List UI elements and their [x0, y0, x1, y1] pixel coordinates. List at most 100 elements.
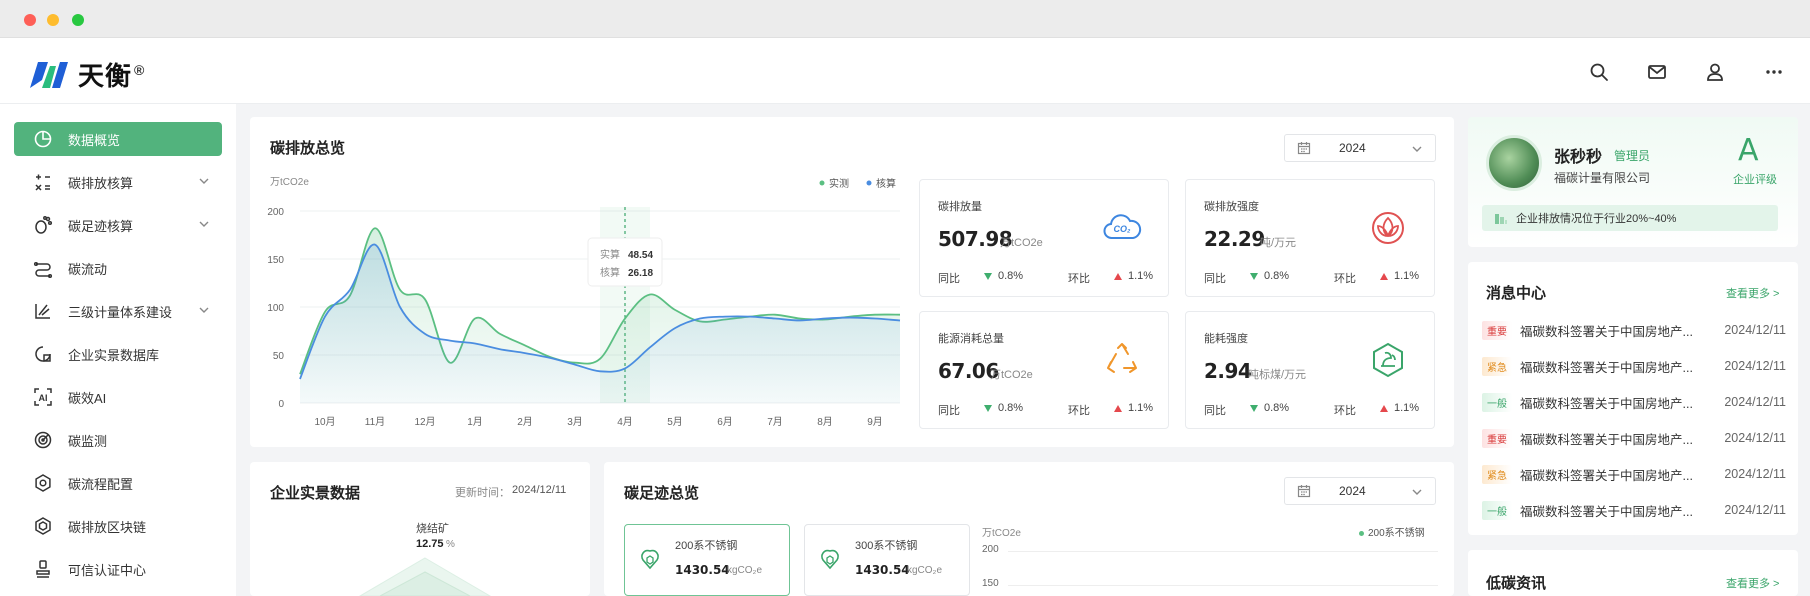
- minimize-window-button[interactable]: [47, 14, 59, 26]
- mail-icon[interactable]: [1645, 60, 1669, 84]
- footprint-title: 碳足迹总览: [624, 485, 700, 502]
- settings-icon: [32, 472, 54, 494]
- metric-mom-label: 环比: [1334, 273, 1356, 285]
- metric-card-intensity[interactable]: 碳排放强度 22.29 吨/万元 同比 0.8% 环比 1.1%: [1185, 179, 1435, 297]
- sidebar-item-blockchain[interactable]: 碳排放区块链: [14, 509, 222, 543]
- sidebar-item-enterprise-database[interactable]: 企业实景数据库: [14, 337, 222, 371]
- sidebar-item-emission-accounting[interactable]: 碳排放核算: [14, 165, 222, 199]
- enterprise-title: 企业实景数据: [270, 485, 361, 502]
- footprint-card-value: 1430.54: [855, 563, 910, 577]
- news-view-more-link[interactable]: 查看更多 >: [1726, 575, 1779, 591]
- sidebar-item-data-overview[interactable]: 数据概览: [14, 122, 222, 156]
- radar-chart: [359, 557, 491, 596]
- metric-yoy: 0.8%: [1250, 270, 1289, 282]
- gridline: [1008, 585, 1438, 586]
- ai-icon: AI: [32, 386, 54, 408]
- message-date: 2024/12/11: [1724, 359, 1786, 373]
- message-row[interactable]: 重要 福碳数科签署关于中国房地产... 2024/12/11: [1482, 427, 1786, 449]
- metric-card-energy-intensity[interactable]: 能耗强度 2.94 吨标煤/万元 同比 0.8% 环比 1.1%: [1185, 311, 1435, 429]
- message-date: 2024/12/11: [1724, 323, 1786, 337]
- message-row[interactable]: 一般 福碳数科签署关于中国房地产... 2024/12/11: [1482, 499, 1786, 521]
- footprint-overview-card: 碳足迹总览 2024 200系不锈钢 1430.54 kgCO₂e 300系不锈…: [604, 462, 1454, 596]
- message-date: 2024/12/11: [1724, 395, 1786, 409]
- sidebar-item-carbon-ai[interactable]: AI 碳效AI: [14, 380, 222, 414]
- trend-up-icon: [1380, 272, 1388, 280]
- news-title: 低碳资讯: [1486, 575, 1547, 592]
- message-text: 福碳数科签署关于中国房地产...: [1520, 360, 1693, 375]
- footprint-card-unit: kgCO₂e: [727, 565, 763, 576]
- user-icon[interactable]: [1703, 60, 1727, 84]
- chevron-down-icon[interactable]: [198, 175, 210, 187]
- logo-mark-icon: [30, 61, 68, 88]
- metric-mom: 1.1%: [1380, 402, 1419, 414]
- metric-value: 22.29: [1204, 227, 1265, 251]
- update-time-label: 更新时间：: [455, 487, 510, 499]
- overview-year-value: 2024: [1339, 141, 1366, 155]
- message-text: 福碳数科签署关于中国房地产...: [1520, 468, 1693, 483]
- footprint-ytick: 150: [982, 578, 999, 589]
- metric-unit: 吨标煤/万元: [1248, 369, 1307, 381]
- metric-yoy-label: 同比: [1204, 273, 1226, 285]
- priority-tag: 紧急: [1482, 356, 1512, 376]
- messages-view-more-link[interactable]: 查看更多 >: [1726, 285, 1779, 301]
- footprint-card-200[interactable]: 200系不锈钢 1430.54 kgCO₂e: [624, 524, 790, 596]
- metric-card-emission[interactable]: 碳排放量 507.98 万tCO2e 同比 0.8% 环比 1.1% CO₂: [919, 179, 1169, 297]
- trend-up-icon: [1380, 404, 1388, 412]
- message-row[interactable]: 一般 福碳数科签署关于中国房地产... 2024/12/11: [1482, 391, 1786, 413]
- trend-up-icon: [1114, 272, 1122, 280]
- metric-yoy-label: 同比: [938, 405, 960, 417]
- metric-yoy-label: 同比: [1204, 405, 1226, 417]
- app-logo[interactable]: 天衡 ®: [26, 56, 144, 93]
- message-row[interactable]: 紧急 福碳数科签署关于中国房地产... 2024/12/11: [1482, 355, 1786, 377]
- x-tick-label: 9月: [867, 416, 883, 428]
- sidebar: 数据概览 碳排放核算 碳足迹核算 碳流动 三级计量体系建设 企业实景数据库 AI…: [0, 104, 236, 596]
- x-tick-label: 1月: [467, 416, 483, 428]
- footprint-card-300[interactable]: 300系不锈钢 1430.54 kgCO₂e: [804, 524, 970, 596]
- search-icon[interactable]: [1587, 60, 1611, 84]
- radar-item-value: 12.75: [416, 538, 444, 550]
- trend-down-icon: [984, 404, 992, 412]
- sidebar-item-process-config[interactable]: 碳流程配置: [14, 466, 222, 500]
- overview-year-select[interactable]: 2024: [1284, 134, 1436, 162]
- calendar-icon: [1297, 485, 1311, 498]
- sidebar-item-label: 碳监测: [68, 433, 108, 449]
- metric-mom-label: 环比: [1068, 405, 1090, 417]
- chart-legend: 实测 核算: [819, 177, 896, 190]
- close-window-button[interactable]: [24, 14, 36, 26]
- message-row[interactable]: 紧急 福碳数科签署关于中国房地产... 2024/12/11: [1482, 463, 1786, 485]
- x-tick-label: 12月: [414, 416, 435, 428]
- emission-trend-chart: 万tCO2e 实测 核算 0 50 100 150 200 10月 11月 12月 1月 2月 3…: [267, 177, 901, 428]
- sidebar-item-footprint-accounting[interactable]: 碳足迹核算: [14, 208, 222, 242]
- sidebar-item-label: 数据概览: [68, 132, 121, 148]
- x-tick-label: 5月: [667, 416, 683, 428]
- sidebar-item-label: 碳排放区块链: [68, 519, 147, 535]
- sidebar-item-carbon-flow[interactable]: 碳流动: [14, 251, 222, 285]
- message-date: 2024/12/11: [1724, 431, 1786, 445]
- maximize-window-button[interactable]: [72, 14, 84, 26]
- tooltip-measured-label: 实算: [600, 248, 620, 261]
- metric-unit: 万tCO2e: [1000, 237, 1043, 249]
- footprint-card-name: 300系不锈钢: [855, 540, 918, 552]
- chevron-down-icon[interactable]: [198, 218, 210, 230]
- metric-yoy: 0.8%: [984, 402, 1023, 414]
- chevron-down-icon[interactable]: [198, 304, 210, 316]
- sidebar-item-certification[interactable]: 可信认证中心: [14, 552, 222, 586]
- message-text: 福碳数科签署关于中国房地产...: [1520, 396, 1693, 411]
- low-carbon-news-card: 低碳资讯 查看更多 >: [1468, 550, 1798, 596]
- sidebar-item-carbon-monitoring[interactable]: 碳监测: [14, 423, 222, 457]
- top-header: 天衡 ®: [0, 38, 1810, 104]
- window-titlebar: [0, 0, 1810, 38]
- pie-chart-icon: [32, 128, 54, 150]
- more-icon[interactable]: [1762, 60, 1786, 84]
- footprint-year-select[interactable]: 2024: [1284, 477, 1436, 505]
- y-tick-label: 50: [273, 351, 285, 362]
- sidebar-item-measurement-system[interactable]: 三级计量体系建设: [14, 294, 222, 328]
- stamp-icon: [32, 558, 54, 580]
- avatar[interactable]: [1486, 135, 1542, 191]
- x-tick-label: 4月: [617, 416, 633, 428]
- message-row[interactable]: 重要 福碳数科签署关于中国房地产... 2024/12/11: [1482, 319, 1786, 341]
- profile-role: 管理员: [1614, 149, 1651, 163]
- emission-overview-card: 碳排放总览 2024 万tCO2e 实测 核算 0 50 100 150 200 10月…: [250, 117, 1454, 447]
- metric-card-energy[interactable]: 能源消耗总量 67.06 万tCO2e 同比 0.8% 环比 1.1%: [919, 311, 1169, 429]
- sidebar-item-label: 三级计量体系建设: [68, 304, 173, 320]
